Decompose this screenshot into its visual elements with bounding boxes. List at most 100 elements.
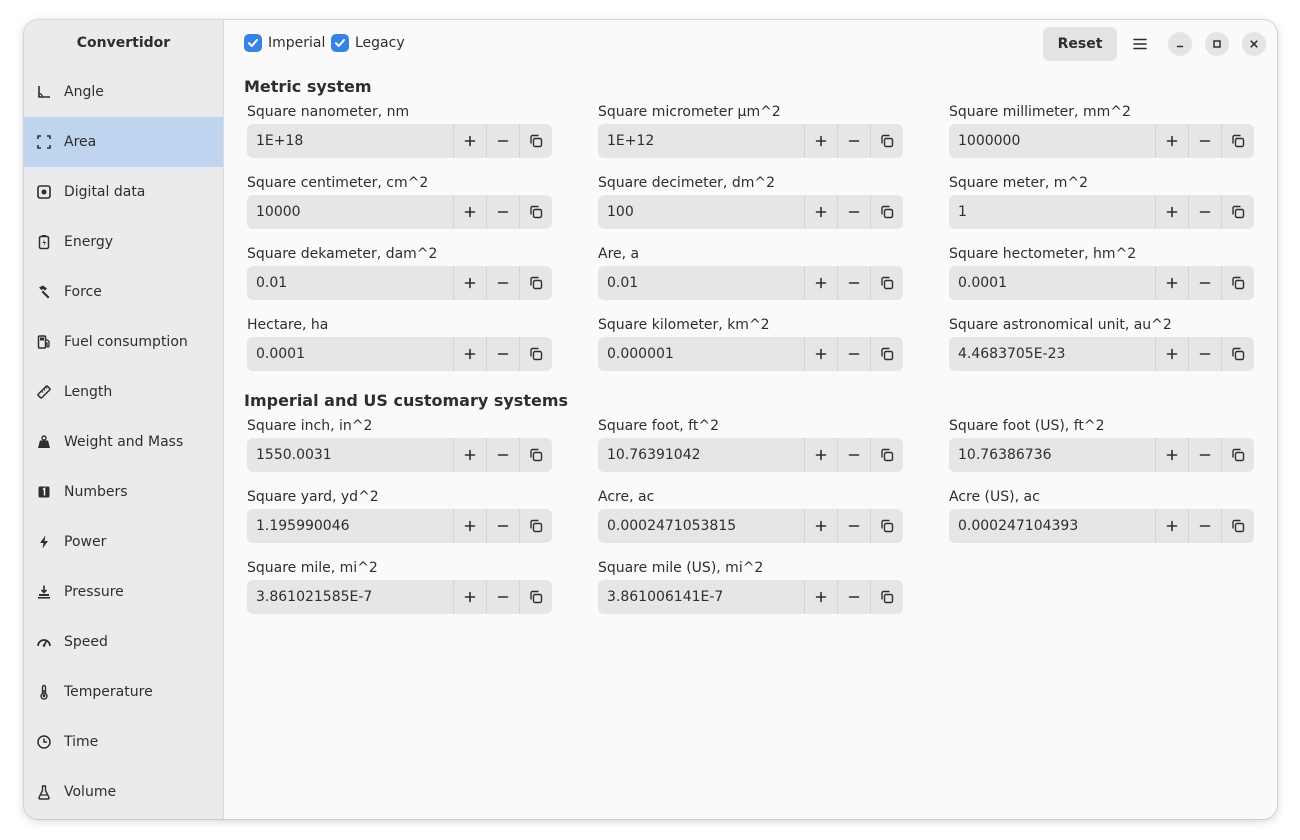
increment-button[interactable]	[453, 337, 486, 371]
copy-button[interactable]	[519, 509, 552, 543]
increment-button[interactable]	[804, 337, 837, 371]
decrement-button[interactable]	[837, 337, 870, 371]
copy-button[interactable]	[870, 195, 903, 229]
unit-value-input[interactable]	[949, 509, 1155, 543]
copy-button[interactable]	[519, 337, 552, 371]
unit-value-input[interactable]	[598, 124, 804, 158]
menu-icon[interactable]	[1126, 30, 1154, 58]
unit-value-input[interactable]	[949, 124, 1155, 158]
increment-button[interactable]	[1155, 337, 1188, 371]
sidebar-item-energy[interactable]: Energy	[24, 217, 223, 267]
decrement-button[interactable]	[486, 509, 519, 543]
unit-value-input[interactable]	[247, 195, 453, 229]
sidebar-item-weight-and-mass[interactable]: Weight and Mass	[24, 417, 223, 467]
close-icon[interactable]	[1242, 32, 1266, 56]
increment-button[interactable]	[804, 195, 837, 229]
copy-button[interactable]	[870, 580, 903, 614]
copy-button[interactable]	[1221, 266, 1254, 300]
legacy-checkbox[interactable]: Legacy	[331, 34, 405, 52]
copy-button[interactable]	[519, 124, 552, 158]
unit-value-input[interactable]	[949, 438, 1155, 472]
copy-button[interactable]	[870, 509, 903, 543]
copy-button[interactable]	[519, 438, 552, 472]
increment-button[interactable]	[1155, 124, 1188, 158]
increment-button[interactable]	[804, 509, 837, 543]
copy-button[interactable]	[1221, 438, 1254, 472]
increment-button[interactable]	[1155, 266, 1188, 300]
increment-button[interactable]	[804, 438, 837, 472]
decrement-button[interactable]	[486, 580, 519, 614]
maximize-icon[interactable]	[1205, 32, 1229, 56]
decrement-button[interactable]	[837, 438, 870, 472]
decrement-button[interactable]	[486, 438, 519, 472]
decrement-button[interactable]	[837, 580, 870, 614]
unit-value-input[interactable]	[598, 509, 804, 543]
sidebar-item-time[interactable]: Time	[24, 717, 223, 767]
copy-button[interactable]	[519, 580, 552, 614]
unit-value-input[interactable]	[949, 337, 1155, 371]
unit-value-input[interactable]	[247, 337, 453, 371]
copy-button[interactable]	[519, 195, 552, 229]
copy-button[interactable]	[1221, 195, 1254, 229]
unit-value-input[interactable]	[247, 580, 453, 614]
unit-value-input[interactable]	[949, 195, 1155, 229]
increment-button[interactable]	[453, 266, 486, 300]
increment-button[interactable]	[1155, 509, 1188, 543]
decrement-button[interactable]	[837, 509, 870, 543]
imperial-checkbox[interactable]: Imperial	[244, 34, 325, 52]
increment-button[interactable]	[453, 124, 486, 158]
sidebar-item-angle[interactable]: Angle	[24, 67, 223, 117]
decrement-button[interactable]	[486, 266, 519, 300]
copy-button[interactable]	[870, 124, 903, 158]
unit-value-input[interactable]	[598, 195, 804, 229]
decrement-button[interactable]	[1188, 438, 1221, 472]
sidebar-item-area[interactable]: Area	[24, 117, 223, 167]
minimize-icon[interactable]	[1168, 32, 1192, 56]
increment-button[interactable]	[804, 580, 837, 614]
sidebar-item-digital-data[interactable]: Digital data	[24, 167, 223, 217]
increment-button[interactable]	[453, 580, 486, 614]
increment-button[interactable]	[453, 438, 486, 472]
sidebar-item-temperature[interactable]: Temperature	[24, 667, 223, 717]
increment-button[interactable]	[804, 124, 837, 158]
unit-value-input[interactable]	[247, 266, 453, 300]
unit-value-input[interactable]	[949, 266, 1155, 300]
sidebar-item-pressure[interactable]: Pressure	[24, 567, 223, 617]
sidebar-item-numbers[interactable]: Numbers	[24, 467, 223, 517]
decrement-button[interactable]	[1188, 509, 1221, 543]
decrement-button[interactable]	[486, 195, 519, 229]
unit-value-input[interactable]	[598, 266, 804, 300]
copy-button[interactable]	[519, 266, 552, 300]
sidebar-item-speed[interactable]: Speed	[24, 617, 223, 667]
decrement-button[interactable]	[1188, 124, 1221, 158]
copy-button[interactable]	[1221, 124, 1254, 158]
sidebar-item-fuel-consumption[interactable]: Fuel consumption	[24, 317, 223, 367]
decrement-button[interactable]	[1188, 195, 1221, 229]
unit-value-input[interactable]	[247, 124, 453, 158]
sidebar-item-force[interactable]: Force	[24, 267, 223, 317]
sidebar-item-power[interactable]: Power	[24, 517, 223, 567]
increment-button[interactable]	[1155, 438, 1188, 472]
decrement-button[interactable]	[486, 337, 519, 371]
unit-value-input[interactable]	[598, 580, 804, 614]
copy-button[interactable]	[870, 266, 903, 300]
copy-button[interactable]	[1221, 509, 1254, 543]
decrement-button[interactable]	[837, 195, 870, 229]
sidebar-item-volume[interactable]: Volume	[24, 767, 223, 817]
unit-value-input[interactable]	[247, 509, 453, 543]
decrement-button[interactable]	[837, 266, 870, 300]
unit-value-input[interactable]	[598, 337, 804, 371]
copy-button[interactable]	[870, 337, 903, 371]
decrement-button[interactable]	[1188, 266, 1221, 300]
reset-button[interactable]: Reset	[1043, 27, 1117, 61]
unit-value-input[interactable]	[247, 438, 453, 472]
unit-value-input[interactable]	[598, 438, 804, 472]
decrement-button[interactable]	[486, 124, 519, 158]
increment-button[interactable]	[453, 509, 486, 543]
increment-button[interactable]	[453, 195, 486, 229]
decrement-button[interactable]	[1188, 337, 1221, 371]
copy-button[interactable]	[1221, 337, 1254, 371]
increment-button[interactable]	[1155, 195, 1188, 229]
decrement-button[interactable]	[837, 124, 870, 158]
copy-button[interactable]	[870, 438, 903, 472]
